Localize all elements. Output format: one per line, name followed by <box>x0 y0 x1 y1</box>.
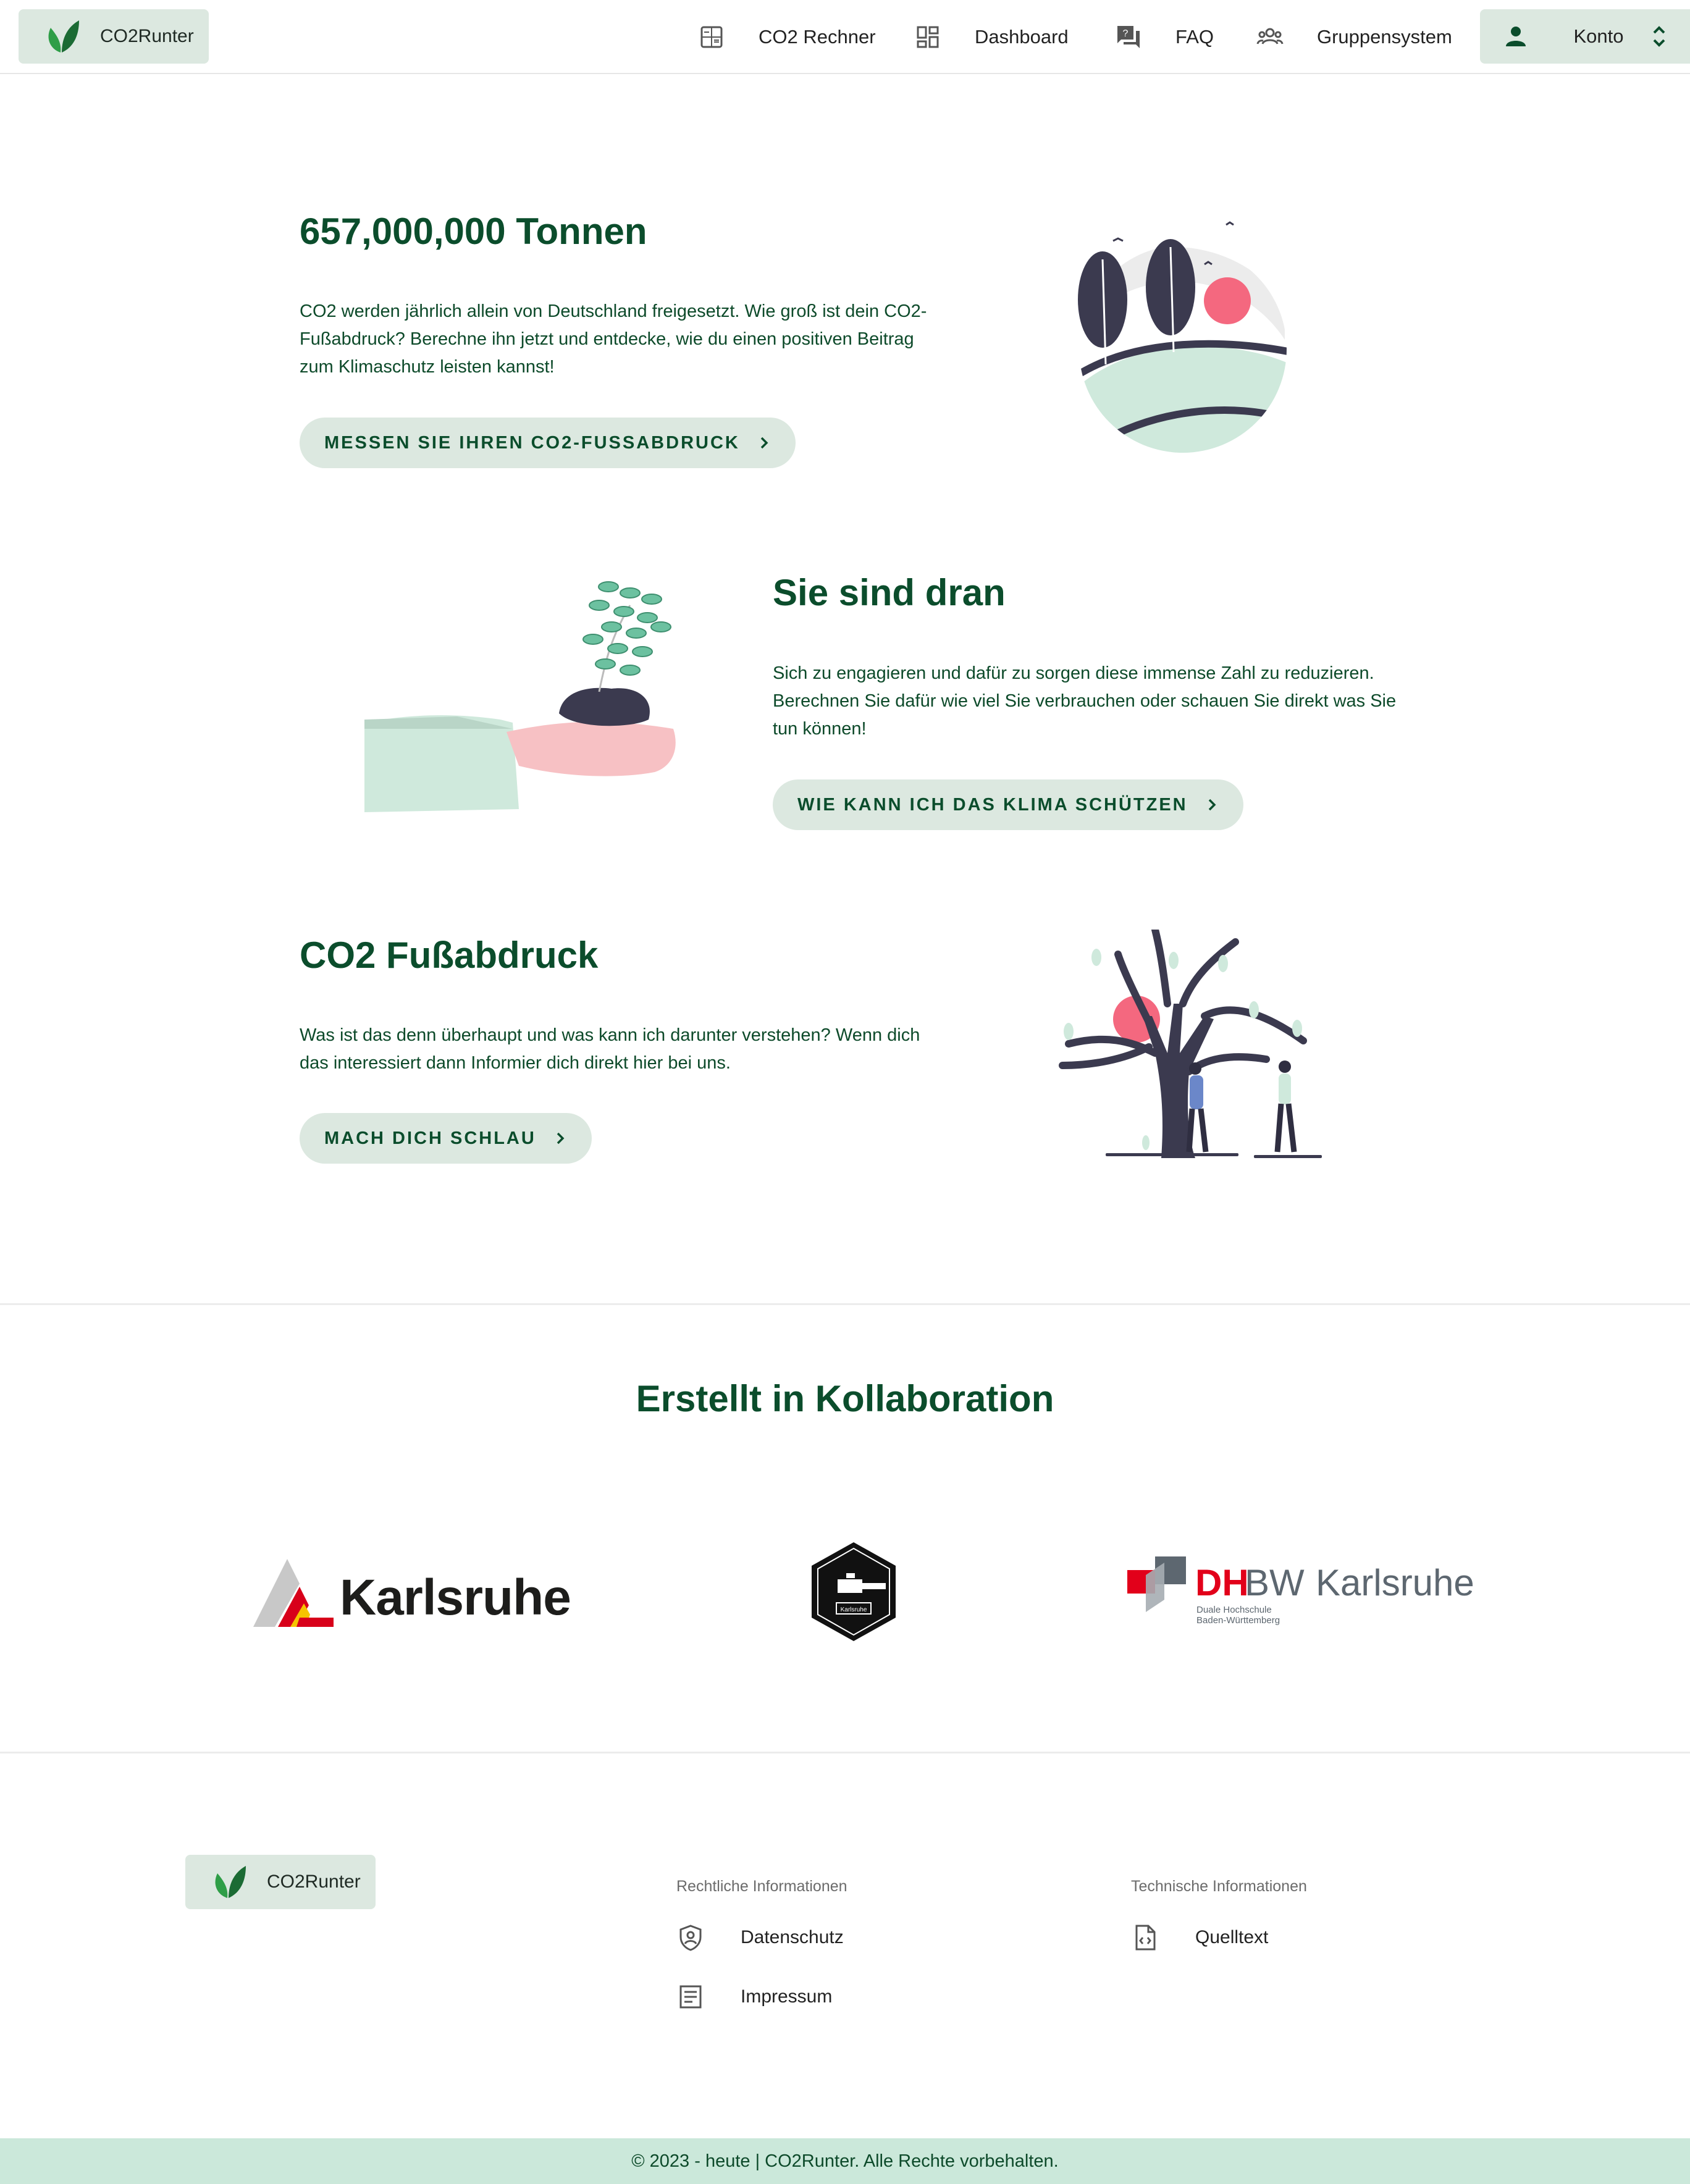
partner-karlsruhe-city: Karlsruhe <box>253 1556 571 1631</box>
footer-link-quelltext[interactable]: Quelltext <box>1131 1922 1268 1953</box>
footer-brand-link[interactable]: CO2Runter <box>185 1855 376 1909</box>
measure-footprint-label: MESSEN SIE IHREN CO2-FUSSABDRUCK <box>324 432 740 453</box>
nav-dashboard-label: Dashboard <box>975 26 1069 48</box>
nav-faq-label: FAQ <box>1175 26 1214 48</box>
section-3-title: CO2 Fußabdruck <box>300 934 599 976</box>
chevron-right-icon <box>557 1132 565 1144</box>
chevron-right-icon <box>760 437 768 449</box>
nav-dashboard[interactable]: Dashboard <box>914 0 1069 74</box>
hand-with-plant-illustration <box>364 581 676 812</box>
section-3-text: Was ist das denn überhaupt und was kann … <box>300 1025 920 1073</box>
person-icon <box>1506 27 1526 46</box>
shield-person-icon <box>679 1925 702 1951</box>
group-icon <box>1256 23 1284 51</box>
karlsruhe-city-logo-icon <box>253 1559 334 1627</box>
tree-with-people-illustration <box>1059 930 1322 1158</box>
dhbw-abbr: DH <box>1195 1562 1249 1603</box>
dhbw-subline-1: Duale Hochschule <box>1196 1605 1272 1615</box>
tech-heading: Technische Informationen <box>1131 1878 1307 1895</box>
section-divider <box>0 1303 1690 1305</box>
collaboration-title: Erstellt in Kollaboration <box>636 1378 1054 1419</box>
footer-brand-name: CO2Runter <box>267 1871 361 1892</box>
brand-home-link[interactable]: CO2Runter <box>19 9 209 64</box>
landscape-illustration <box>1078 221 1287 453</box>
account-label: Konto <box>1573 25 1624 47</box>
chevron-right-icon <box>1208 799 1216 811</box>
unfold-chevron-icon <box>1653 26 1665 47</box>
dhbw-city: Karlsruhe <box>1316 1562 1474 1603</box>
partner-dhbw-karlsruhe: DH BW Karlsruhe Duale Hochschule Baden-W… <box>1127 1555 1474 1629</box>
footer-divider <box>0 1752 1690 1754</box>
measure-footprint-button[interactable]: MESSEN SIE IHREN CO2-FUSSABDRUCK <box>300 418 796 468</box>
faq-icon: ? <box>1115 23 1142 51</box>
protect-climate-label: WIE KANN ICH DAS KLIMA SCHÜTZEN <box>797 794 1188 815</box>
copyright-bar: © 2023 - heute | CO2Runter. Alle Rechte … <box>0 2138 1690 2184</box>
dashboard-icon <box>914 23 941 51</box>
protect-climate-button[interactable]: WIE KANN ICH DAS KLIMA SCHÜTZEN <box>773 779 1243 830</box>
svg-text:?: ? <box>1123 28 1129 39</box>
footer-link-impressum[interactable]: Impressum <box>676 1981 832 2012</box>
footer-link-impressum-label: Impressum <box>741 1986 833 2007</box>
nav-co2-rechner[interactable]: CO2 Rechner <box>698 0 876 74</box>
leaf-logo-icon <box>48 20 79 52</box>
dhbw-logo-icon <box>1127 1556 1186 1612</box>
section-1-title: 657,000,000 Tonnen <box>300 211 647 252</box>
section-1-text: CO2 werden jährlich allein von Deutschla… <box>300 301 927 377</box>
legal-heading: Rechtliche Informationen <box>676 1878 847 1895</box>
nav-gruppensystem-label: Gruppensystem <box>1317 26 1452 48</box>
nav-gruppensystem[interactable]: Gruppensystem <box>1256 0 1452 74</box>
section-2-text: Sich zu engagieren und dafür zu sorgen d… <box>773 663 1397 739</box>
section-2-title: Sie sind dran <box>773 572 1006 613</box>
partner-karlsruhe-court-logo: Karlsruhe <box>812 1542 896 1641</box>
document-icon <box>679 1985 702 2009</box>
learn-more-label: MACH DICH SCHLAU <box>324 1128 536 1148</box>
footer-link-datenschutz[interactable]: Datenschutz <box>676 1922 844 1953</box>
copyright-text: © 2023 - heute | CO2Runter. Alle Rechte … <box>631 2151 1059 2171</box>
learn-more-button[interactable]: MACH DICH SCHLAU <box>300 1113 592 1164</box>
footer-link-datenschutz-label: Datenschutz <box>741 1927 844 1947</box>
partner-karlsruhe-court-text: Karlsruhe <box>841 1606 867 1613</box>
nav-faq[interactable]: ? FAQ <box>1115 0 1214 74</box>
dhbw-subline-2: Baden-Württemberg <box>1196 1615 1280 1626</box>
dhbw-abbr-suffix: BW <box>1245 1562 1305 1603</box>
nav-co2-rechner-label: CO2 Rechner <box>759 26 876 48</box>
footer-link-quelltext-label: Quelltext <box>1195 1927 1269 1947</box>
leaf-logo-icon <box>215 1866 246 1898</box>
top-navbar: CO2Runter CO2 Rechner Dashboard ? FAQ Gr… <box>0 0 1690 74</box>
calculator-icon <box>698 23 725 51</box>
account-menu-button[interactable]: Konto <box>1480 9 1690 64</box>
partner-karlsruhe-city-name: Karlsruhe <box>340 1569 571 1626</box>
brand-name: CO2Runter <box>100 26 194 46</box>
code-file-icon <box>1135 1925 1156 1951</box>
